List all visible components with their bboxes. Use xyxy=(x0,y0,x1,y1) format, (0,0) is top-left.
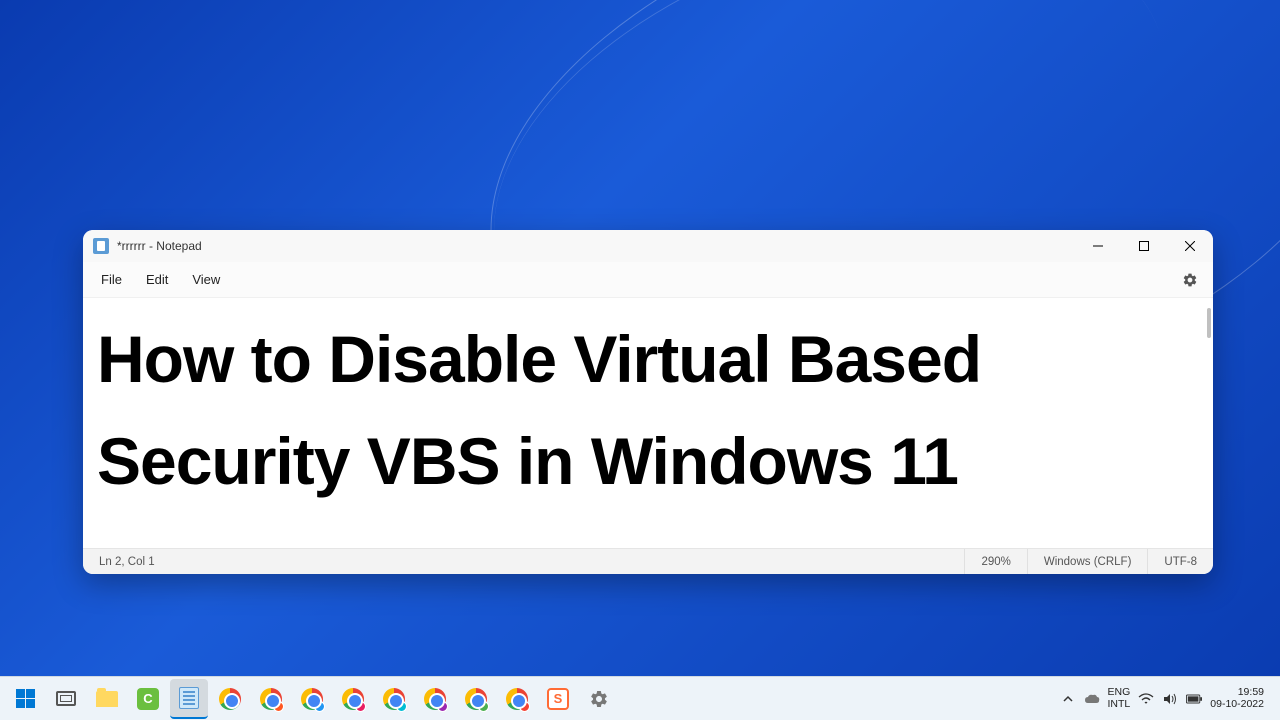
start-button[interactable] xyxy=(6,680,44,718)
settings-taskbar-button[interactable] xyxy=(580,680,618,718)
chrome-icon xyxy=(260,688,282,710)
chrome-button-2[interactable] xyxy=(252,680,290,718)
camtasia-button[interactable]: C xyxy=(129,680,167,718)
chrome-icon xyxy=(301,688,323,710)
camtasia-icon: C xyxy=(137,688,159,710)
minimize-button[interactable] xyxy=(1075,230,1121,262)
settings-button[interactable] xyxy=(1177,267,1203,293)
status-line-ending: Windows (CRLF) xyxy=(1027,549,1148,574)
chrome-button-1[interactable] xyxy=(211,680,249,718)
menu-file[interactable]: File xyxy=(89,266,134,293)
chrome-icon xyxy=(465,688,487,710)
windows-icon xyxy=(16,689,35,708)
clock-time: 19:59 xyxy=(1210,687,1264,699)
notepad-icon xyxy=(93,238,109,254)
scrollbar-thumb[interactable] xyxy=(1207,308,1211,338)
status-encoding: UTF-8 xyxy=(1147,549,1213,574)
editor-content: How to Disable Virtual Based Security VB… xyxy=(97,308,1199,513)
taskbar: C S ENG INTL xyxy=(0,676,1280,720)
chrome-icon xyxy=(424,688,446,710)
tray-chevron-up-icon[interactable] xyxy=(1060,691,1076,707)
snagit-button[interactable]: S xyxy=(539,680,577,718)
gear-icon xyxy=(1182,272,1198,288)
status-zoom[interactable]: 290% xyxy=(964,549,1026,574)
task-view-icon xyxy=(56,691,76,706)
close-button[interactable] xyxy=(1167,230,1213,262)
chrome-button-5[interactable] xyxy=(375,680,413,718)
menubar: File Edit View xyxy=(83,262,1213,298)
battery-icon[interactable] xyxy=(1186,691,1202,707)
statusbar: Ln 2, Col 1 290% Windows (CRLF) UTF-8 xyxy=(83,548,1213,574)
task-view-button[interactable] xyxy=(47,680,85,718)
text-editor[interactable]: How to Disable Virtual Based Security VB… xyxy=(83,298,1213,548)
chrome-button-3[interactable] xyxy=(293,680,331,718)
status-position: Ln 2, Col 1 xyxy=(83,556,964,568)
menu-edit[interactable]: Edit xyxy=(134,266,180,293)
language-bottom: INTL xyxy=(1108,699,1131,711)
volume-icon[interactable] xyxy=(1162,691,1178,707)
wifi-icon[interactable] xyxy=(1138,691,1154,707)
clock-date: 09-10-2022 xyxy=(1210,699,1264,711)
chrome-icon xyxy=(342,688,364,710)
gear-icon xyxy=(589,689,609,709)
file-explorer-button[interactable] xyxy=(88,680,126,718)
language-top: ENG xyxy=(1108,687,1131,699)
notepad-window: *rrrrrr - Notepad File Edit View How to … xyxy=(83,230,1213,574)
chrome-icon xyxy=(219,688,241,710)
chrome-button-8[interactable] xyxy=(498,680,536,718)
window-title: *rrrrrr - Notepad xyxy=(117,239,202,253)
notepad-taskbar-icon xyxy=(179,687,199,709)
clock[interactable]: 19:59 09-10-2022 xyxy=(1210,687,1264,710)
titlebar[interactable]: *rrrrrr - Notepad xyxy=(83,230,1213,262)
chrome-icon xyxy=(506,688,528,710)
menu-view[interactable]: View xyxy=(180,266,232,293)
maximize-button[interactable] xyxy=(1121,230,1167,262)
snagit-icon: S xyxy=(547,688,569,710)
chrome-button-6[interactable] xyxy=(416,680,454,718)
folder-icon xyxy=(96,691,118,707)
chrome-icon xyxy=(383,688,405,710)
chrome-button-7[interactable] xyxy=(457,680,495,718)
onedrive-icon[interactable] xyxy=(1084,691,1100,707)
language-indicator[interactable]: ENG INTL xyxy=(1108,687,1131,710)
notepad-taskbar-button[interactable] xyxy=(170,679,208,719)
chrome-button-4[interactable] xyxy=(334,680,372,718)
